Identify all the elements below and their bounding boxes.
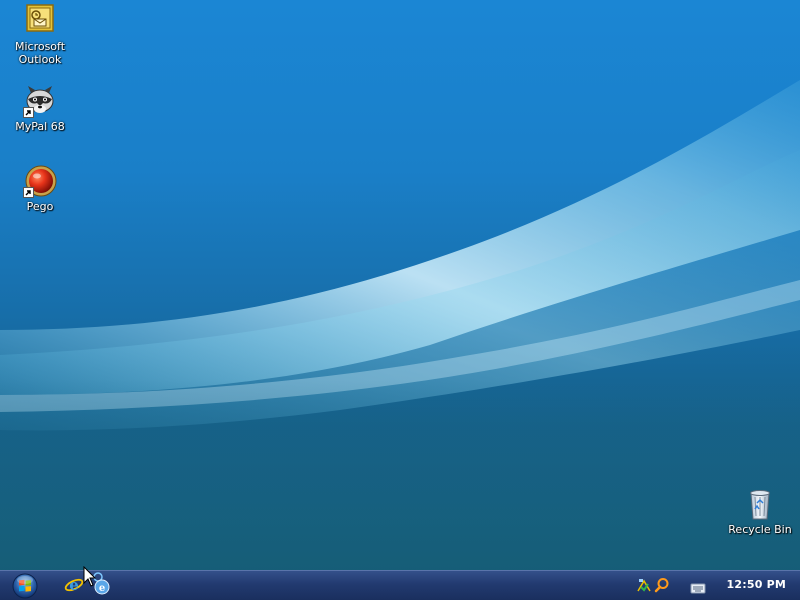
search-icon[interactable] [654, 577, 670, 593]
windows-start-orb-icon [12, 573, 38, 599]
keyboard-icon[interactable] [690, 579, 706, 595]
desktop-icon-recycle-bin[interactable]: Recycle Bin [720, 487, 800, 536]
desktop-icon-mypal-68[interactable]: MyPal 68 [0, 84, 80, 133]
ie-loading-icon[interactable]: e [92, 572, 112, 595]
shortcut-arrow-icon [23, 107, 34, 118]
desktop-icon-label: Microsoft Outlook [14, 40, 66, 66]
outlook-icon [23, 4, 57, 38]
desktop-icon-pego[interactable]: Pego [0, 164, 80, 213]
desktop-icon-label: Recycle Bin [728, 523, 792, 536]
raccoon-icon [23, 84, 57, 118]
red-ball-icon [23, 164, 57, 198]
shortcut-arrow-icon [23, 187, 34, 198]
system-tray: 12:50 PM [637, 571, 800, 600]
desktop-icon-microsoft-outlook[interactable]: Microsoft Outlook [0, 4, 80, 66]
taskbar[interactable]: e e 12:50 PM [0, 570, 800, 600]
internet-explorer-icon[interactable]: e [64, 575, 84, 595]
recycle-bin-icon [743, 487, 777, 521]
desktop-icon-label: MyPal 68 [15, 120, 65, 133]
clock[interactable]: 12:50 PM [727, 578, 786, 591]
svg-text:e: e [99, 583, 105, 594]
start-button[interactable] [8, 572, 42, 599]
svg-text:e: e [69, 576, 79, 594]
desktop[interactable]: Microsoft Outlook MyPal 68 Pego Recycle … [0, 0, 800, 570]
wallpaper [0, 80, 800, 570]
network-icon[interactable] [636, 577, 652, 593]
desktop-icon-label: Pego [26, 200, 54, 213]
